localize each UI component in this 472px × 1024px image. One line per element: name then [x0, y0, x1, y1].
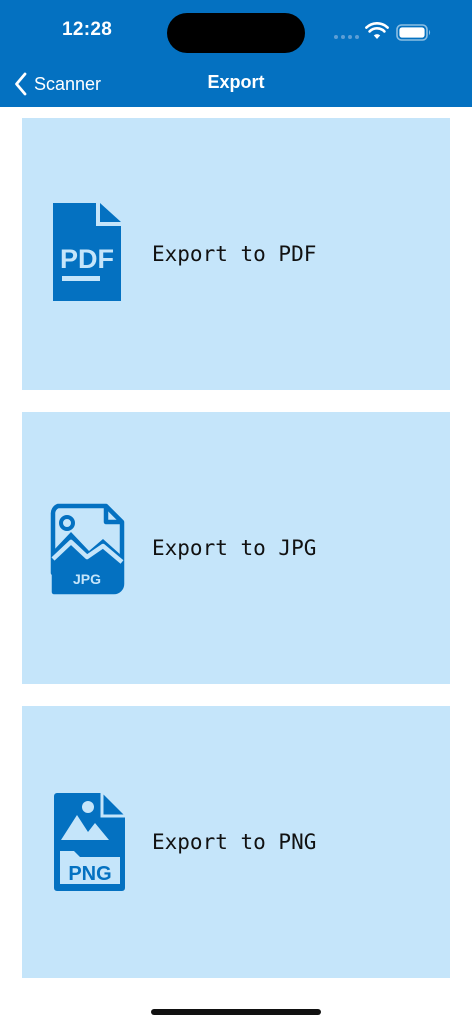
- png-badge-text: PNG: [68, 863, 111, 885]
- jpg-file-icon: JPG: [50, 503, 125, 595]
- status-time: 12:28: [62, 19, 113, 40]
- pdf-file-icon: PDF: [53, 203, 121, 301]
- export-pdf-option[interactable]: PDF Export to PDF: [22, 118, 450, 390]
- export-jpg-label: Export to JPG: [152, 536, 317, 560]
- jpg-badge-text: JPG: [73, 571, 101, 587]
- home-indicator[interactable]: [151, 1009, 321, 1015]
- pdf-badge-text: PDF: [60, 244, 114, 274]
- cellular-signal-icon: [334, 35, 359, 39]
- export-png-label: Export to PNG: [152, 830, 317, 854]
- wifi-icon: [365, 22, 389, 39]
- export-jpg-option[interactable]: JPG Export to JPG: [22, 412, 450, 684]
- battery-icon: [396, 24, 431, 41]
- export-png-option[interactable]: PNG Export to PNG: [22, 706, 450, 978]
- navigation-header: 12:28 Scanner Export: [0, 0, 472, 107]
- back-button[interactable]: Scanner: [14, 70, 101, 98]
- chevron-left-icon: [15, 72, 27, 96]
- png-file-icon: PNG: [54, 793, 125, 891]
- back-button-label: Scanner: [34, 73, 102, 94]
- export-pdf-label: Export to PDF: [152, 242, 317, 266]
- dynamic-island: [167, 13, 305, 53]
